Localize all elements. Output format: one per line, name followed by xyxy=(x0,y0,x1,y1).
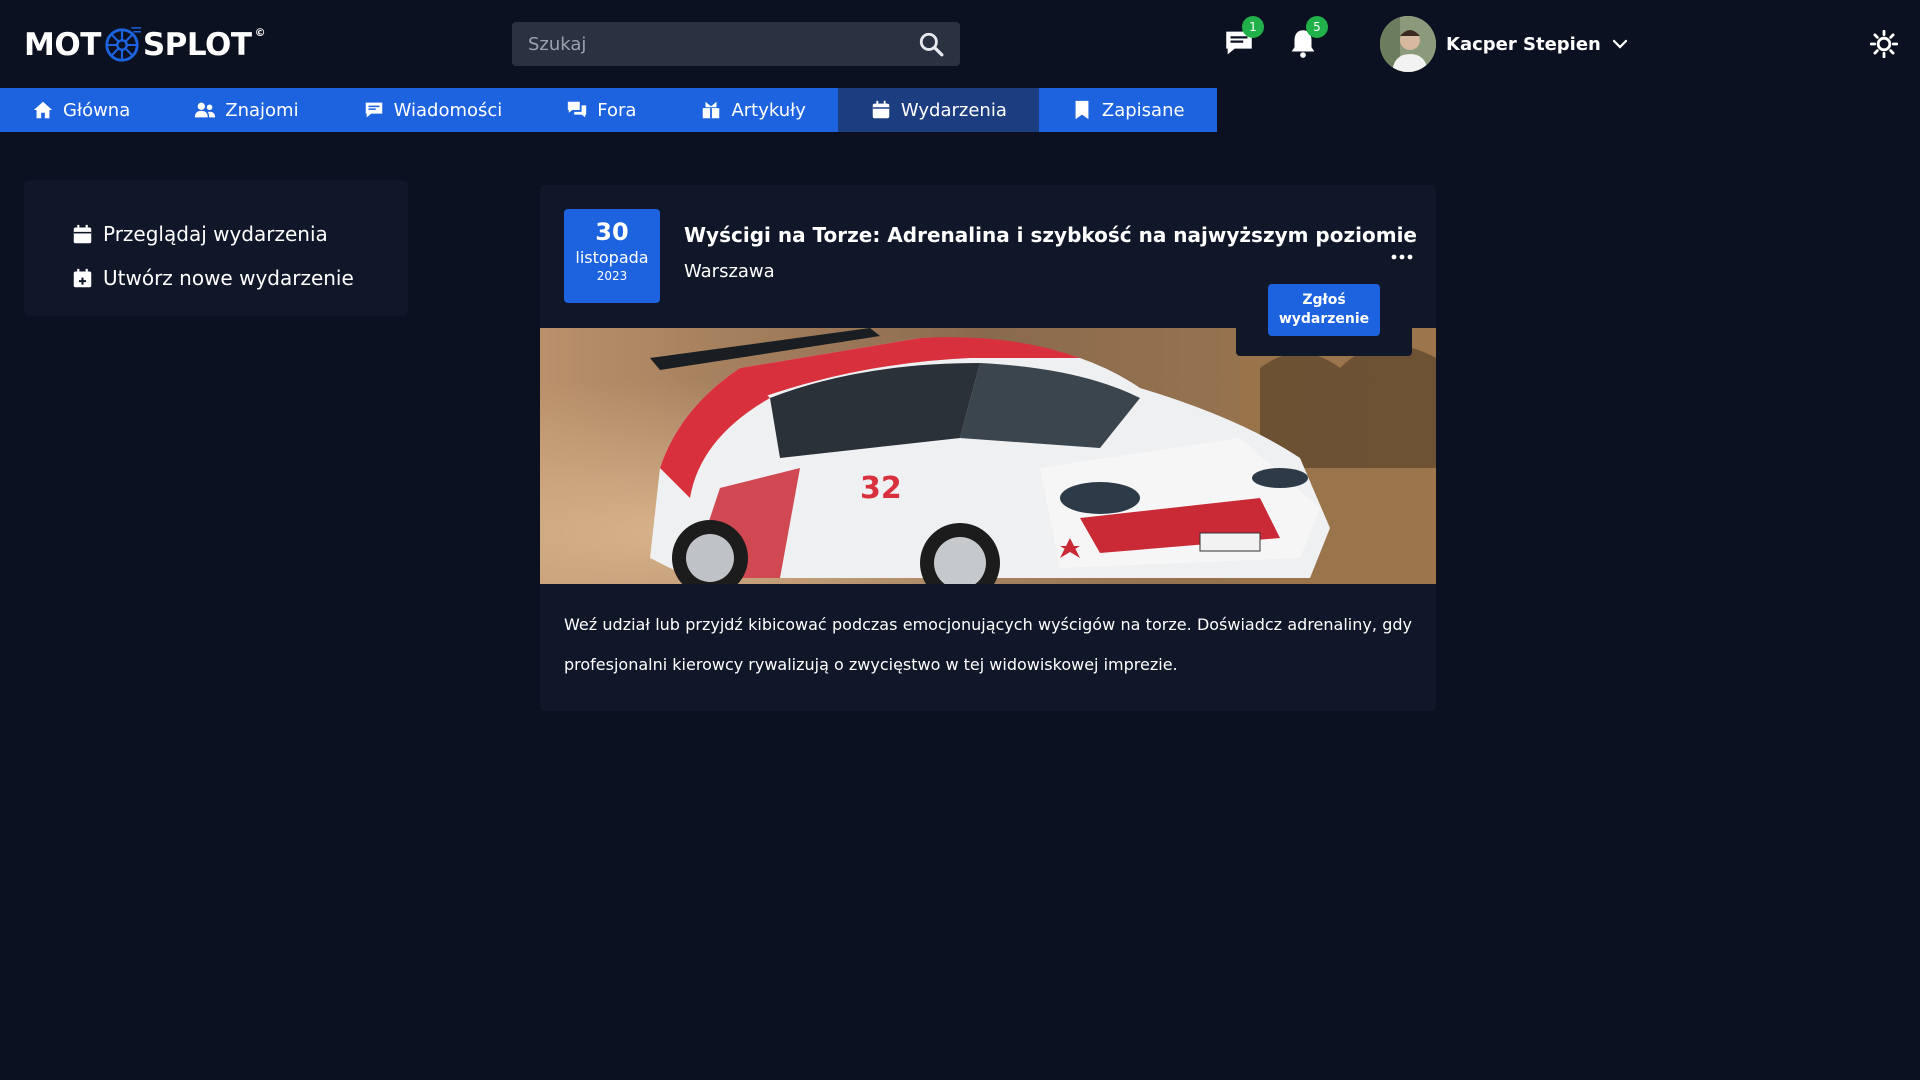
theme-toggle-sun-icon[interactable] xyxy=(1870,30,1898,58)
svg-text:32: 32 xyxy=(860,471,902,506)
event-location: Warszawa xyxy=(684,261,775,282)
home-icon xyxy=(33,101,53,119)
nav-item-znajomi[interactable]: Znajomi xyxy=(162,88,331,132)
articles-icon xyxy=(703,101,720,119)
users-icon xyxy=(195,102,216,118)
nav-label: Artykuły xyxy=(731,99,806,121)
event-image: 32 xyxy=(540,328,1436,584)
main-navigation: Główna Znajomi Wiadomości Fora Artykuły … xyxy=(0,88,1217,132)
nav-label: Wiadomości xyxy=(393,99,503,121)
sidebar-item-label: Utwórz nowe wydarzenie xyxy=(103,266,354,290)
nav-item-wydarzenia[interactable]: Wydarzenia xyxy=(837,88,1039,132)
bookmark-icon xyxy=(1075,100,1089,120)
report-label-line1: Zgłoś xyxy=(1302,292,1346,308)
user-menu[interactable]: Kacper Stepien xyxy=(1380,16,1629,72)
top-header: MOT SPLOT © 1 5 xyxy=(0,0,1920,88)
nav-item-glowna[interactable]: Główna xyxy=(0,88,163,132)
nav-item-wiadomosci[interactable]: Wiadomości xyxy=(330,88,535,132)
nav-label: Zapisane xyxy=(1101,99,1185,121)
calendar-icon xyxy=(872,100,890,119)
calendar-plus-icon xyxy=(73,268,92,287)
event-title[interactable]: Wyścigi na Torze: Adrenalina i szybkość … xyxy=(684,223,1417,247)
event-card: 30 listopada 2023 Wyścigi na Torze: Adre… xyxy=(540,185,1436,711)
message-icon xyxy=(365,102,382,118)
site-logo[interactable]: MOT SPLOT © xyxy=(24,22,266,68)
options-dropdown: Zgłoś wydarzenie xyxy=(1236,280,1412,356)
search-bar xyxy=(512,22,960,66)
messages-badge: 1 xyxy=(1242,16,1264,38)
report-label-line2: wydarzenie xyxy=(1278,311,1370,327)
event-date-box: 30 listopada 2023 xyxy=(564,209,660,303)
notifications-button[interactable]: 5 xyxy=(1286,16,1328,60)
event-year: 2023 xyxy=(596,269,628,283)
more-options-icon[interactable] xyxy=(1390,253,1414,261)
search-input[interactable] xyxy=(528,33,918,55)
event-description: Weź udział lub przyjdź kibicować podczas… xyxy=(564,615,1412,674)
nav-label: Główna xyxy=(63,99,131,121)
nav-label: Wydarzenia xyxy=(900,99,1007,121)
user-name: Kacper Stepien xyxy=(1446,33,1601,55)
logo-text-left: MOT xyxy=(24,27,101,63)
nav-item-artykuly[interactable]: Artykuły xyxy=(668,88,838,132)
calendar-icon xyxy=(73,224,92,243)
nav-item-zapisane[interactable]: Zapisane xyxy=(1038,88,1217,132)
sidebar-item-label: Przeglądaj wydarzenia xyxy=(103,222,328,246)
sidebar-item-create-event[interactable]: Utwórz nowe wydarzenie xyxy=(72,256,360,300)
chevron-down-icon xyxy=(1612,39,1627,49)
nav-item-fora[interactable]: Fora xyxy=(534,88,669,132)
notifications-badge: 5 xyxy=(1306,16,1328,38)
forum-icon xyxy=(568,101,587,118)
report-event-button[interactable]: Zgłoś wydarzenie xyxy=(1268,284,1380,336)
nav-label: Fora xyxy=(597,99,637,121)
messages-button[interactable]: 1 xyxy=(1222,16,1264,60)
avatar xyxy=(1380,16,1436,72)
logo-trademark: © xyxy=(254,26,266,39)
logo-text-right: SPLOT xyxy=(142,27,252,63)
events-sidebar: Przeglądaj wydarzenia Utwórz nowe wydarz… xyxy=(24,180,408,316)
event-month: listopada xyxy=(575,248,649,267)
sidebar-item-browse-events[interactable]: Przeglądaj wydarzenia xyxy=(72,212,360,256)
search-icon[interactable] xyxy=(918,31,944,57)
nav-label: Znajomi xyxy=(225,99,299,121)
event-day: 30 xyxy=(595,218,629,246)
turbo-wheel-icon xyxy=(105,27,141,62)
